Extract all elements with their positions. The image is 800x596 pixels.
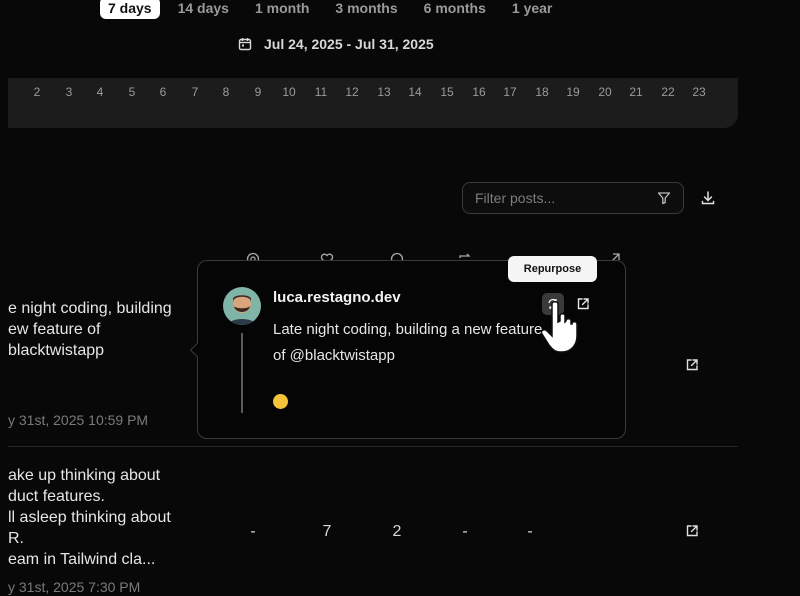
hour-label: 10 xyxy=(282,85,296,99)
post-body-text: Late night coding, building a new featur… xyxy=(273,321,543,364)
hour-label: 19 xyxy=(566,85,580,99)
hour-label: 21 xyxy=(629,85,643,99)
hour-label: 23 xyxy=(692,85,706,99)
post-author-handle[interactable]: luca.restagno.dev xyxy=(273,289,401,306)
date-range-picker[interactable]: Jul 24, 2025 - Jul 31, 2025 xyxy=(238,36,434,52)
tab-1-year[interactable]: 1 year xyxy=(504,0,560,19)
hour-label: 17 xyxy=(503,85,517,99)
metric-reposts: - xyxy=(462,523,468,540)
hour-label: 15 xyxy=(440,85,454,99)
tab-3-months[interactable]: 3 months xyxy=(327,0,405,19)
hour-label: 3 xyxy=(65,85,73,99)
open-external-icon[interactable] xyxy=(685,524,699,538)
hour-label: 9 xyxy=(254,85,262,99)
hour-label: 12 xyxy=(345,85,359,99)
avatar xyxy=(223,287,261,325)
hour-label: 11 xyxy=(314,85,328,99)
tab-7-days[interactable]: 7 days xyxy=(100,0,160,19)
hour-label: 7 xyxy=(191,85,199,99)
hour-label: 8 xyxy=(222,85,230,99)
metric-likes: 7 xyxy=(322,523,332,540)
hour-label: 4 xyxy=(96,85,104,99)
hour-label: 18 xyxy=(535,85,549,99)
tab-1-month[interactable]: 1 month xyxy=(247,0,317,19)
post-text: ake up thinking about duct features. ll … xyxy=(8,467,171,568)
post-timestamp: y 31st, 2025 7:30 PM xyxy=(8,579,141,595)
metric-comments: 2 xyxy=(392,523,402,540)
metric-shares: - xyxy=(527,523,533,540)
hourly-activity-panel: 2 3 4 5 6 7 8 9 10 11 12 13 14 15 16 17 … xyxy=(8,78,738,128)
time-range-tabs: 7 days 14 days 1 month 3 months 6 months… xyxy=(100,0,570,20)
post-text: e night coding, building ew feature of b… xyxy=(8,300,172,359)
filter-posts-input[interactable] xyxy=(475,190,657,206)
hour-label: 5 xyxy=(128,85,136,99)
filter-posts-field[interactable] xyxy=(462,182,684,214)
hour-label: 14 xyxy=(408,85,422,99)
date-range-label: Jul 24, 2025 - Jul 31, 2025 xyxy=(264,36,434,52)
hour-label: 22 xyxy=(661,85,675,99)
tab-14-days[interactable]: 14 days xyxy=(170,0,237,19)
filter-icon[interactable] xyxy=(657,191,671,205)
hour-label: 20 xyxy=(598,85,612,99)
thinking-face-icon xyxy=(273,394,288,409)
hand-cursor-icon xyxy=(540,301,578,353)
hour-label: 6 xyxy=(159,85,167,99)
repurpose-tooltip: Repurpose xyxy=(508,256,597,282)
calendar-icon xyxy=(238,38,252,51)
hour-label: 2 xyxy=(33,85,41,99)
thread-line xyxy=(241,333,243,413)
hour-label: 16 xyxy=(472,85,486,99)
row-divider xyxy=(8,446,738,447)
table-row[interactable]: ake up thinking about duct features. ll … xyxy=(8,465,738,596)
hour-label: 13 xyxy=(377,85,391,99)
open-external-icon[interactable] xyxy=(685,358,699,372)
tab-6-months[interactable]: 6 months xyxy=(416,0,494,19)
post-timestamp: y 31st, 2025 10:59 PM xyxy=(8,412,149,428)
download-icon[interactable] xyxy=(700,190,716,206)
metric-views: - xyxy=(250,523,256,540)
